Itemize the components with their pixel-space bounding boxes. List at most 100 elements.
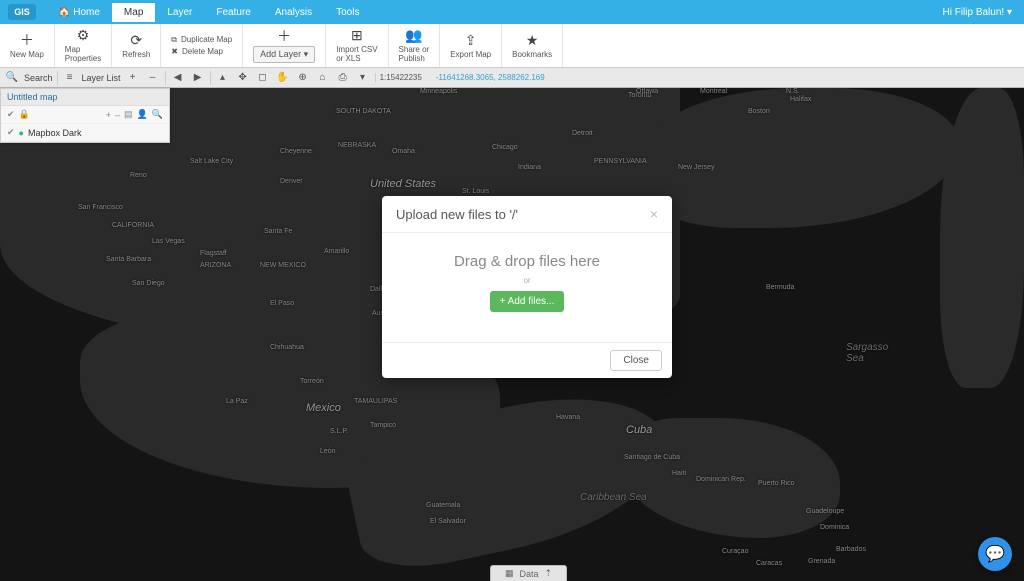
city-label: Bermuda [766, 284, 794, 291]
add-files-button[interactable]: + Add files... [490, 291, 565, 312]
city-label: Grenada [808, 558, 835, 565]
tab-tools[interactable]: Tools [324, 3, 371, 22]
city-label: Halifax [790, 96, 811, 103]
brand-logo[interactable]: GIS [8, 4, 36, 20]
chat-widget[interactable]: 💬 [978, 537, 1012, 571]
drag-icon[interactable]: ✋ [275, 70, 291, 86]
city-label: Puerto Rico [758, 480, 795, 487]
map-tool-strip: 🔍 Search ≡ Layer List + – ◀ ▶ ▴ ✥ ◻ ✋ ⊕ … [0, 68, 1024, 88]
duplicate-map-button[interactable]: ⧉Duplicate Map [171, 35, 232, 45]
import-csv-button[interactable]: ⊞Import CSV or XLS [326, 24, 388, 67]
city-label: New Jersey [678, 164, 715, 171]
city-label: Guatemala [426, 502, 460, 509]
gear-icon: ⚙ [77, 27, 90, 44]
refresh-icon: ⟳ [130, 32, 142, 49]
forward-icon[interactable]: ▶ [190, 70, 206, 86]
check-icon[interactable]: ✔ [7, 127, 15, 138]
delete-map-button[interactable]: ✖Delete Map [171, 47, 223, 57]
zoomin-icon[interactable]: ⊕ [295, 70, 311, 86]
map-properties-button[interactable]: ⚙Map Properties [55, 24, 112, 67]
layer-group-row: ✔ 🔒 + – ▤ 👤 🔍 [1, 106, 169, 124]
export-map-button[interactable]: ⇪Export Map [440, 24, 502, 67]
city-label: Minneapolis [420, 88, 457, 95]
city-label: S.L.P. [330, 428, 348, 435]
city-label: Barbados [836, 546, 866, 553]
city-label: Indiana [518, 164, 541, 171]
ribbon-toolbar: ＋New Map ⚙Map Properties ⟳Refresh ⧉Dupli… [0, 24, 1024, 68]
close-button[interactable]: Close [610, 350, 662, 371]
add-icon[interactable]: + [125, 70, 141, 86]
layerlist-label[interactable]: Layer List [82, 73, 121, 83]
star-icon: ★ [526, 32, 539, 49]
home-icon[interactable]: ⌂ [315, 70, 331, 86]
state-label: ARIZONA [200, 262, 231, 269]
add-layer-group: ＋ Add Layer ▾ [243, 24, 326, 67]
city-label: Montreal [700, 88, 727, 95]
data-tab[interactable]: ▦ Data ⇡ [490, 565, 567, 581]
country-label: Mexico [306, 402, 341, 414]
city-label: El Paso [270, 300, 294, 307]
zoom-icon[interactable]: 🔍 [152, 109, 163, 120]
check-icon[interactable]: ✔ [7, 109, 15, 120]
or-label: or [392, 276, 662, 285]
state-label: N.S. [786, 88, 800, 95]
refresh-button[interactable]: ⟳Refresh [112, 24, 161, 67]
lock-icon[interactable]: 🔒 [19, 109, 30, 120]
city-label: Dominica [820, 524, 849, 531]
city-label: Haiti [672, 470, 686, 477]
modal-title: Upload new files to '/' [396, 207, 518, 222]
close-icon[interactable]: × [650, 206, 658, 222]
country-label: United States [370, 178, 436, 190]
chat-icon: 💬 [985, 544, 1005, 564]
country-label: Cuba [626, 424, 652, 436]
layer-row-basemap[interactable]: ✔ ● Mapbox Dark [1, 124, 169, 142]
pointer-icon[interactable]: ▴ [215, 70, 231, 86]
scale-readout: 1:15422235 [375, 73, 426, 82]
tab-analysis[interactable]: Analysis [263, 3, 324, 22]
top-nav: GIS 🏠 Home Map Layer Feature Analysis To… [0, 0, 1024, 24]
city-label: León [320, 448, 336, 455]
user-icon[interactable]: 👤 [137, 109, 148, 120]
user-menu[interactable]: Hi Filip Balun! ▾ [942, 7, 1016, 18]
select-icon[interactable]: ◻ [255, 70, 271, 86]
remove-icon[interactable]: – [145, 70, 161, 86]
drop-zone-text[interactable]: Drag & drop files here [392, 253, 662, 270]
city-label: Las Vegas [152, 238, 185, 245]
chevron-down-icon[interactable]: ▾ [355, 70, 371, 86]
share-publish-button[interactable]: 👥Share or Publish [389, 24, 441, 67]
city-label: Boston [748, 108, 770, 115]
plus-icon[interactable]: + [106, 110, 111, 120]
tab-map[interactable]: Map [112, 3, 155, 22]
city-label: Santa Barbara [106, 256, 151, 263]
tab-layer[interactable]: Layer [155, 3, 204, 22]
city-label: St. Louis [462, 188, 489, 195]
plus-icon: ＋ [20, 32, 34, 49]
city-label: Guadeloupe [806, 508, 844, 515]
minus-icon[interactable]: – [115, 110, 120, 120]
folder-icon[interactable]: ▤ [124, 109, 133, 120]
tab-home[interactable]: 🏠 Home [46, 3, 112, 22]
city-label: Detroit [572, 130, 593, 137]
state-label: NEW MEXICO [260, 262, 306, 269]
state-label: CALIFORNIA [112, 222, 154, 229]
city-label: Havana [556, 414, 580, 421]
pan-icon[interactable]: ✥ [235, 70, 251, 86]
search-icon[interactable]: 🔍 [4, 70, 20, 86]
city-label: San Diego [132, 280, 165, 287]
upload-modal: Upload new files to '/' × Drag & drop fi… [382, 196, 672, 378]
search-label[interactable]: Search [24, 73, 53, 83]
city-label: Reno [130, 172, 147, 179]
city-label: El Salvador [430, 518, 466, 525]
add-layer-button[interactable]: Add Layer ▾ [253, 46, 315, 63]
coords-readout: -11641268.3065, 2588262.169 [430, 73, 545, 82]
tab-feature[interactable]: Feature [204, 3, 262, 22]
bookmarks-button[interactable]: ★Bookmarks [502, 24, 563, 67]
plus-icon: ＋ [277, 28, 291, 45]
new-map-button[interactable]: ＋New Map [0, 24, 55, 67]
city-label: Salt Lake City [190, 158, 233, 165]
layerlist-icon[interactable]: ≡ [62, 70, 78, 86]
city-label: Flagstaff [200, 250, 227, 257]
map-title[interactable]: Untitled map [1, 89, 169, 106]
back-icon[interactable]: ◀ [170, 70, 186, 86]
print-icon[interactable]: ⎙ [335, 70, 351, 86]
